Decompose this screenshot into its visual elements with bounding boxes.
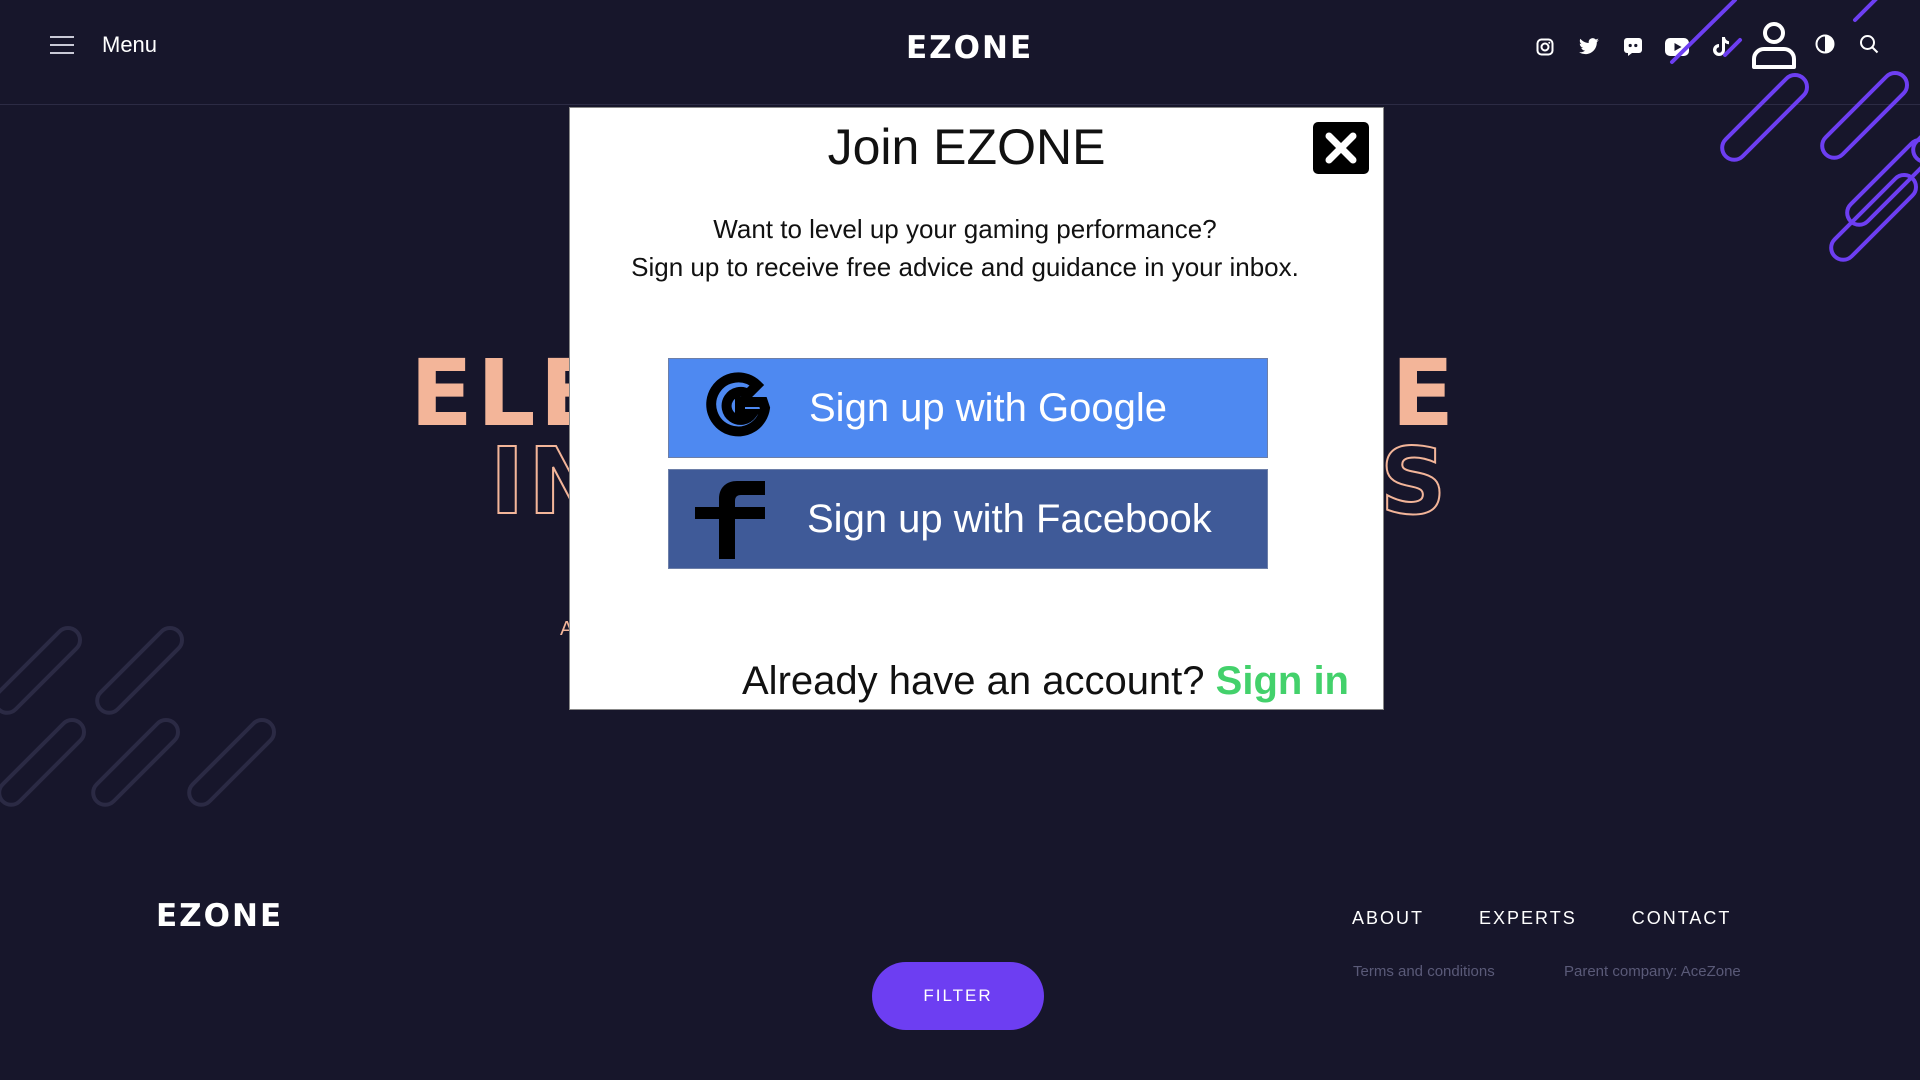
search-icon[interactable] (1854, 29, 1884, 59)
decorative-lines-left (0, 625, 276, 807)
user-icon[interactable] (1748, 18, 1800, 70)
close-icon (1325, 132, 1357, 164)
hamburger-icon (50, 35, 74, 55)
modal-title-text: Join EZONE (827, 119, 1106, 175)
menu-label: Menu (102, 32, 158, 57)
facebook-signup-button[interactable]: Sign up with Facebook (668, 469, 1268, 569)
modal-title: Join EZONE (570, 118, 1383, 176)
footer-logo[interactable]: EZONE (156, 898, 283, 934)
tiktok-icon[interactable] (1706, 32, 1736, 62)
google-signup-label: Sign up with Google (809, 385, 1168, 430)
site-header: Menu EZONE (0, 0, 1920, 105)
footer-link-experts[interactable]: EXPERTS (1479, 908, 1577, 929)
footer-link-contact[interactable]: CONTACT (1632, 908, 1732, 929)
terms-link[interactable]: Terms and conditions (1353, 963, 1495, 980)
social-links (1530, 32, 1750, 62)
discord-icon[interactable] (1618, 32, 1648, 62)
filter-button[interactable]: FILTER (872, 962, 1044, 1030)
site-logo[interactable]: EZONE (906, 30, 1033, 66)
youtube-icon[interactable] (1662, 32, 1692, 62)
footer-nav: ABOUT EXPERTS CONTACT (1352, 908, 1786, 929)
contrast-icon[interactable] (1810, 29, 1840, 59)
twitter-icon[interactable] (1574, 32, 1604, 62)
parent-company: Parent company: AceZone (1564, 963, 1741, 980)
google-icon (669, 358, 809, 458)
signin-prompt: Already have an account? (742, 659, 1205, 703)
footer-link-about[interactable]: ABOUT (1352, 908, 1424, 929)
modal-description-line1: Want to level up your gaming performance… (713, 214, 1217, 244)
google-signup-button[interactable]: Sign up with Google (668, 358, 1268, 458)
hero-subline-right: S (1379, 427, 1447, 536)
modal-description: Want to level up your gaming performance… (570, 210, 1360, 286)
header-actions (1748, 18, 1898, 70)
signin-link[interactable]: Sign in (1216, 659, 1349, 703)
modal-description-line2: Sign up to receive free advice and guida… (631, 252, 1299, 282)
signin-row: Already have an account? Sign in (742, 659, 1349, 704)
facebook-icon (669, 469, 789, 569)
menu-button[interactable]: Menu (50, 32, 157, 58)
close-button[interactable] (1313, 122, 1369, 174)
signup-modal: Join EZONE Want to level up your gaming … (569, 107, 1384, 710)
instagram-icon[interactable] (1530, 32, 1560, 62)
facebook-signup-label: Sign up with Facebook (807, 496, 1212, 541)
